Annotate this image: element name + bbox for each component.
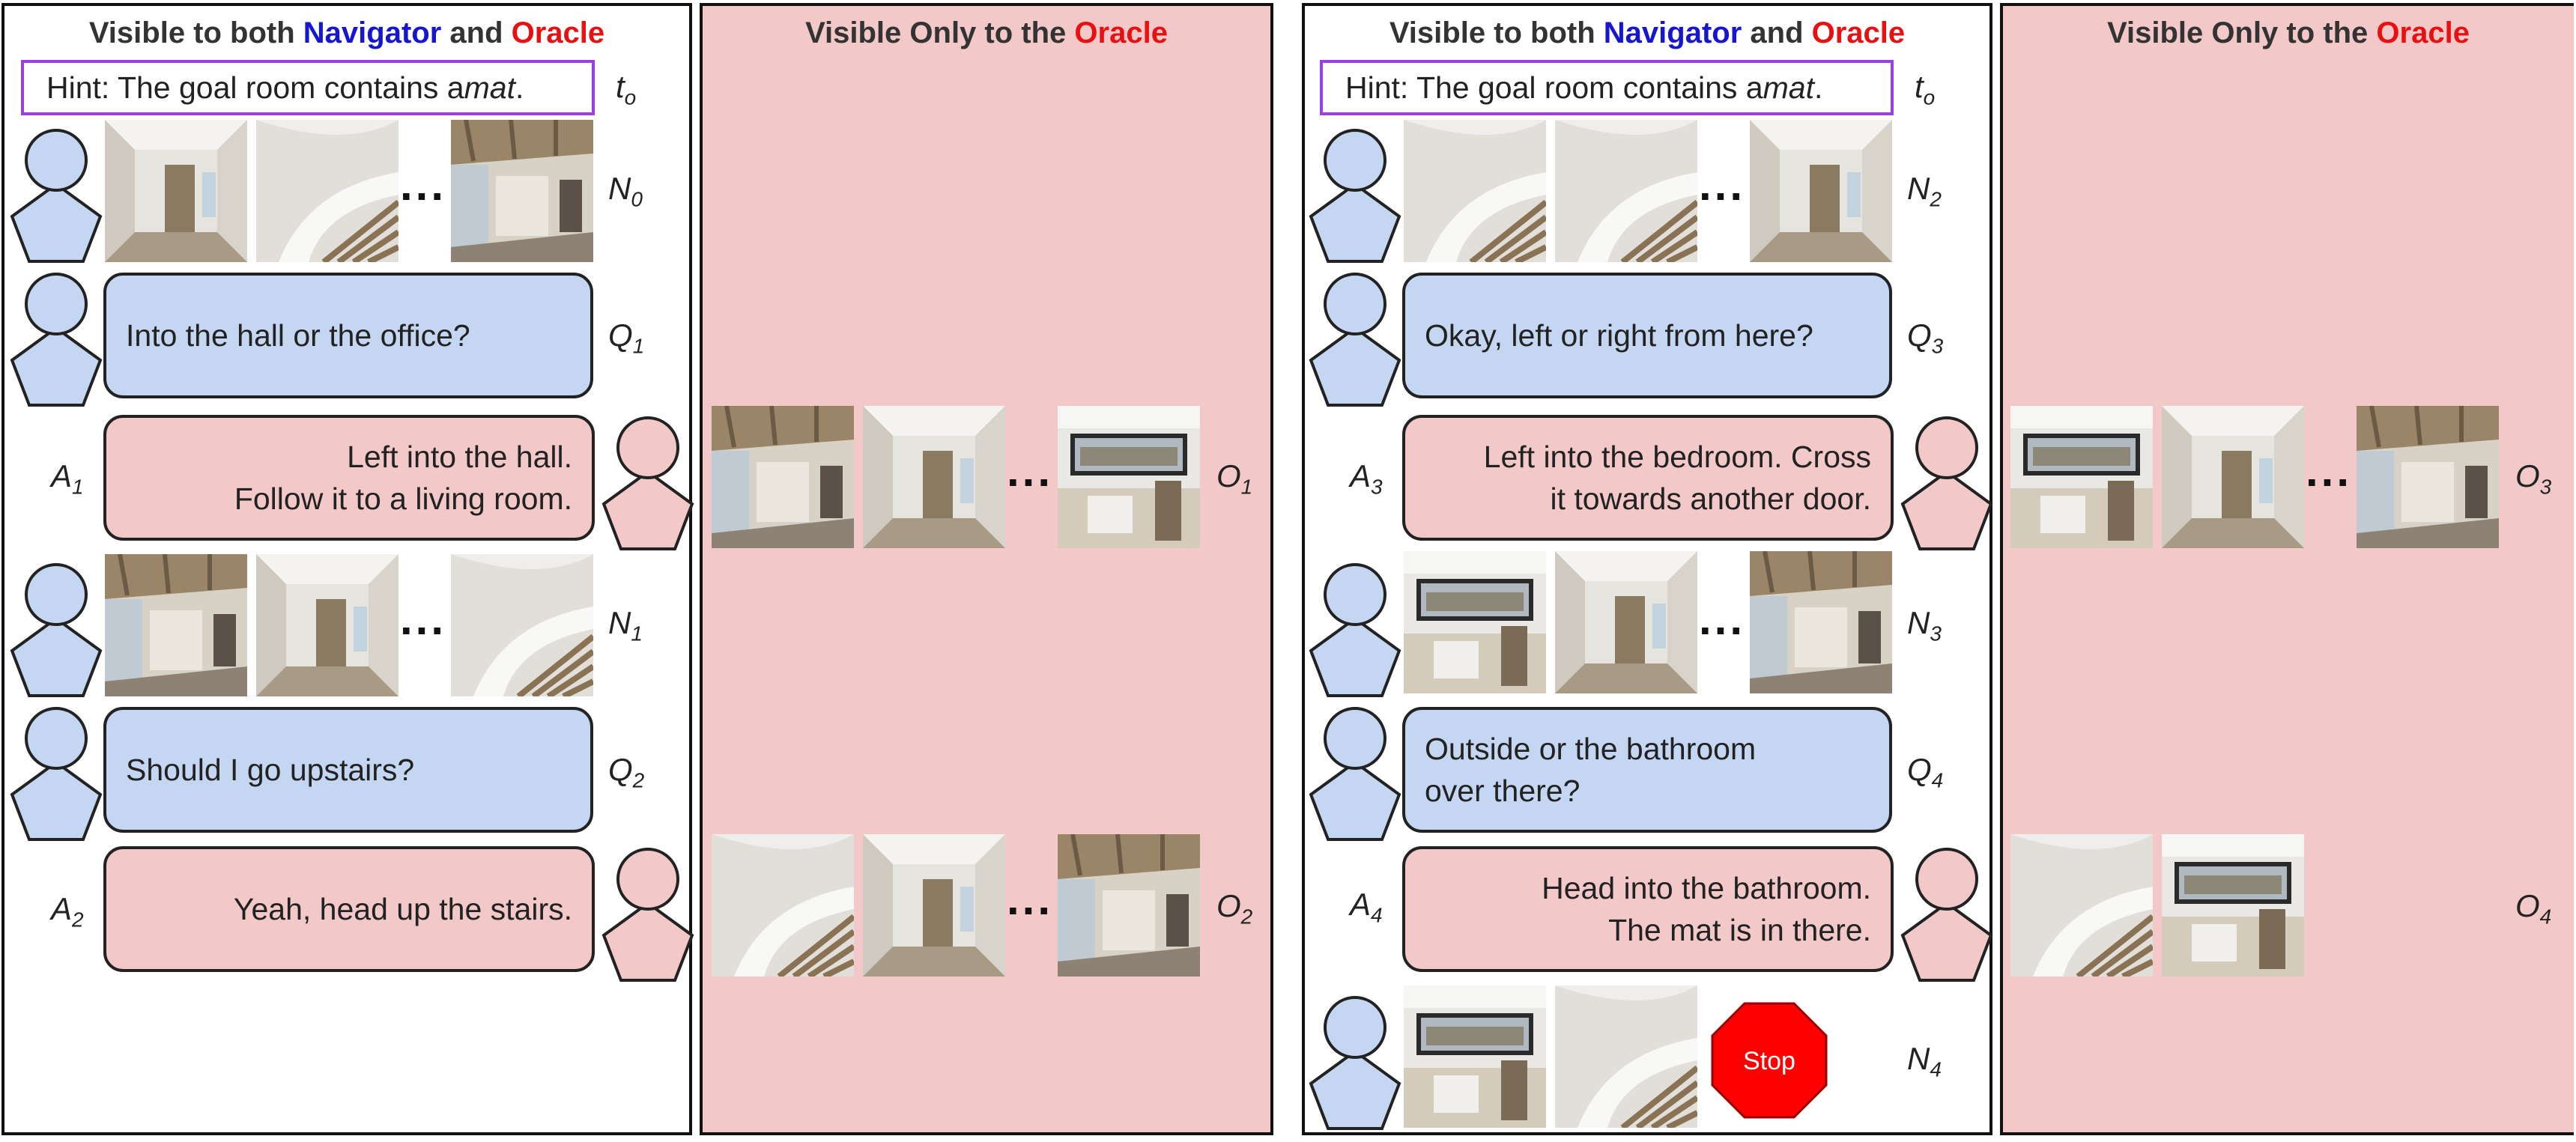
oracle-frame-image <box>1058 834 1200 977</box>
label-t-o: to <box>616 69 637 109</box>
navigator-avatar-icon <box>7 560 105 699</box>
navigator-avatar-icon <box>1306 270 1404 408</box>
oracle-frame-image <box>2010 834 2153 977</box>
oracle-word: Oracle <box>1074 16 1168 49</box>
navigator-avatar-icon <box>1306 560 1404 699</box>
panorama-frame-image <box>451 120 593 262</box>
panorama-frame-image <box>105 554 247 696</box>
ellipsis: ... <box>400 594 447 644</box>
answer-bubble-a2: Yeah, head up the stairs. <box>103 846 595 972</box>
panel-title-both: Visible to both Navigator and Oracle <box>88 16 605 49</box>
oracle-frame-image <box>1058 406 1200 548</box>
label-O3: O3 <box>2515 458 2552 499</box>
panorama-frame-image <box>1750 120 1892 262</box>
question-bubble-q4: Outside or the bathroom over there? <box>1402 707 1892 833</box>
label-N4: N4 <box>1907 1041 1942 1081</box>
navigator-avatar-icon <box>1306 704 1404 842</box>
question-bubble-q1: Into the hall or the office? <box>103 273 593 398</box>
navigator-avatar-icon <box>7 704 105 842</box>
panorama-frame-image <box>1555 120 1697 262</box>
answer-bubble-a3: Left into the bedroom. Cross it towards a… <box>1402 415 1894 541</box>
navigator-word: Navigator <box>303 16 442 49</box>
label-N1: N1 <box>608 605 643 646</box>
oracle-frame-image <box>2162 834 2304 977</box>
label-A2: A2 <box>51 891 84 932</box>
label-N3: N3 <box>1907 605 1942 646</box>
panorama-frame-image <box>451 554 593 696</box>
panorama-frame-image <box>1555 985 1697 1128</box>
navigator-avatar-icon <box>1306 126 1404 264</box>
label-N2: N2 <box>1907 171 1942 211</box>
panel-title-oracle: Visible Only to the Oracle <box>805 16 1168 49</box>
label-Q1: Q1 <box>608 318 645 358</box>
ellipsis: ... <box>2306 446 2353 496</box>
hint-box: Hint: The goal room contains a mat. <box>1320 60 1894 115</box>
panorama-frame-image <box>1404 120 1546 262</box>
label-O1: O1 <box>1216 458 1253 499</box>
navigator-word: Navigator <box>1603 16 1742 49</box>
ellipsis: ... <box>400 160 447 210</box>
ellipsis: ... <box>1007 874 1054 924</box>
ellipsis: ... <box>1007 446 1054 496</box>
question-bubble-q3: Okay, left or right from here? <box>1402 273 1892 398</box>
hint-box: Hint: The goal room contains a mat. <box>21 60 595 115</box>
oracle-frame-image <box>2162 406 2304 548</box>
label-O2: O2 <box>1216 888 1253 929</box>
panorama-frame-image <box>1404 985 1546 1128</box>
hint-goal-object: mat <box>464 70 515 105</box>
panorama-frame-image <box>105 120 247 262</box>
ellipsis: ... <box>1699 594 1746 644</box>
answer-bubble-a4: Head into the bathroom. The mat is in the… <box>1402 846 1894 972</box>
navigator-avatar-icon <box>7 270 105 408</box>
oracle-word: Oracle <box>2376 16 2470 49</box>
oracle-frame-image <box>863 834 1005 977</box>
label-O4: O4 <box>2515 888 2552 929</box>
label-Q4: Q4 <box>1907 752 1944 792</box>
question-bubble-q2: Should I go upstairs? <box>103 707 593 833</box>
oracle-avatar-icon <box>1898 413 1995 552</box>
label-t-o: to <box>1915 69 1936 109</box>
oracle-frame-image <box>712 406 854 548</box>
label-Q3: Q3 <box>1907 318 1944 358</box>
oracle-frame-image <box>2357 406 2499 548</box>
oracle-frame-image <box>712 834 854 977</box>
label-A4: A4 <box>1350 887 1383 927</box>
oracle-frame-image <box>2010 406 2153 548</box>
panorama-frame-image <box>256 120 398 262</box>
ellipsis: ... <box>1699 160 1746 210</box>
stop-sign-icon: Stop <box>1711 1002 1828 1119</box>
panorama-frame-image <box>1555 551 1697 693</box>
oracle-word: Oracle <box>511 16 605 49</box>
answer-bubble-a1: Left into the hall. Follow it to a living… <box>103 415 595 541</box>
panorama-frame-image <box>1404 551 1546 693</box>
panorama-frame-image <box>256 554 398 696</box>
oracle-frame-image <box>863 406 1005 548</box>
oracle-avatar-icon <box>599 413 697 552</box>
label-A1: A1 <box>51 458 84 499</box>
hint-goal-object: mat <box>1763 70 1814 105</box>
label-A3: A3 <box>1350 458 1383 499</box>
label-Q2: Q2 <box>608 752 645 792</box>
panorama-frame-image <box>1750 551 1892 693</box>
panel-title-both: Visible to both Navigator and Oracle <box>1389 16 1906 49</box>
oracle-avatar-icon <box>599 845 697 983</box>
navigator-avatar-icon <box>1306 993 1404 1132</box>
panel-title-oracle: Visible Only to the Oracle <box>2107 16 2470 49</box>
oracle-word: Oracle <box>1811 16 1906 49</box>
stop-label: Stop <box>1743 1047 1795 1075</box>
oracle-avatar-icon <box>1898 845 1995 983</box>
label-N0: N0 <box>608 171 643 211</box>
navigator-avatar-icon <box>7 126 105 264</box>
